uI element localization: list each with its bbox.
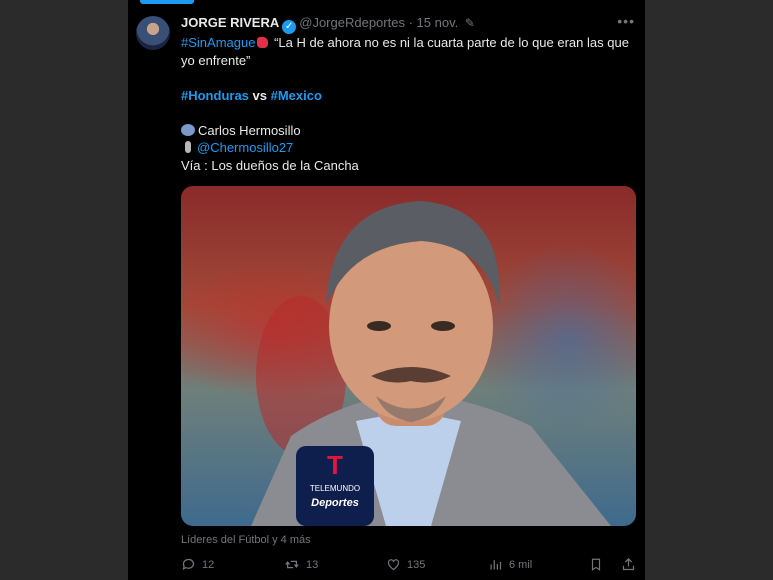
- verified-icon: ✓: [282, 20, 297, 34]
- via-text: Vía : Los dueños de la Cancha: [181, 157, 359, 173]
- reply-count: 12: [202, 558, 215, 571]
- more-icon[interactable]: •••: [617, 13, 635, 29]
- right-backdrop: [645, 0, 773, 580]
- badge-sub-text: Deportes: [311, 497, 359, 509]
- retweet-button[interactable]: 13: [284, 557, 318, 572]
- retweet-icon: [285, 560, 299, 569]
- edit-icon: ✎: [464, 16, 475, 30]
- tweet-card: JORGE RIVERA ✓ @JorgeRdeportes · 15 nov. ✎…: [128, 0, 645, 580]
- left-backdrop: [0, 0, 128, 580]
- hashtag-honduras[interactable]: #Honduras: [181, 88, 249, 103]
- reply-button[interactable]: 12: [181, 557, 214, 572]
- photo-illustration: T TELEMUNDO Deportes: [251, 201, 611, 526]
- speaking-head-icon: [181, 123, 195, 136]
- author-handle[interactable]: @JorgeRdeportes: [299, 15, 405, 30]
- views-count: 6 mil: [509, 558, 533, 571]
- separator: ·: [408, 15, 413, 30]
- tweet-text: #SinAmague “La H de ahora no es ni la cu…: [181, 34, 636, 174]
- like-count: 135: [407, 558, 426, 571]
- avatar[interactable]: [136, 16, 170, 50]
- reply-icon: [182, 558, 195, 571]
- hashtag-mexico[interactable]: #Mexico: [271, 88, 322, 103]
- photo-credit[interactable]: Líderes del Fútbol y 4 más: [181, 534, 311, 546]
- mention-link[interactable]: @Chermosillo27: [197, 140, 293, 155]
- tweet-date[interactable]: 15 nov.: [417, 15, 459, 30]
- action-bar: 12 13 135 6 mil: [181, 557, 636, 575]
- microphone-icon: [185, 141, 191, 153]
- badge-brand-text: TELEMUNDO: [310, 484, 360, 493]
- like-button[interactable]: 135: [386, 557, 425, 572]
- hashtag-sinamague[interactable]: #SinAmague: [181, 35, 255, 50]
- like-icon: [387, 559, 400, 571]
- bookmark-button[interactable]: [589, 557, 603, 572]
- tweet-header: JORGE RIVERA ✓ @JorgeRdeportes · 15 nov. ✎: [181, 15, 637, 34]
- vs-text: vs: [248, 87, 271, 103]
- author-name[interactable]: JORGE RIVERA: [181, 15, 279, 30]
- tweet-photo[interactable]: T TELEMUNDO Deportes: [181, 186, 636, 526]
- views-button[interactable]: 6 mil: [488, 557, 532, 572]
- tab-indicator: [140, 0, 194, 4]
- share-icon: [622, 557, 635, 571]
- share-button[interactable]: [621, 557, 636, 572]
- bookmark-icon: [591, 558, 601, 571]
- speaker-name: Carlos Hermosillo: [198, 122, 301, 138]
- retweet-count: 13: [306, 558, 319, 571]
- boxing-glove-icon: [257, 37, 269, 48]
- views-icon: [490, 560, 502, 570]
- svg-text:T: T: [327, 450, 343, 480]
